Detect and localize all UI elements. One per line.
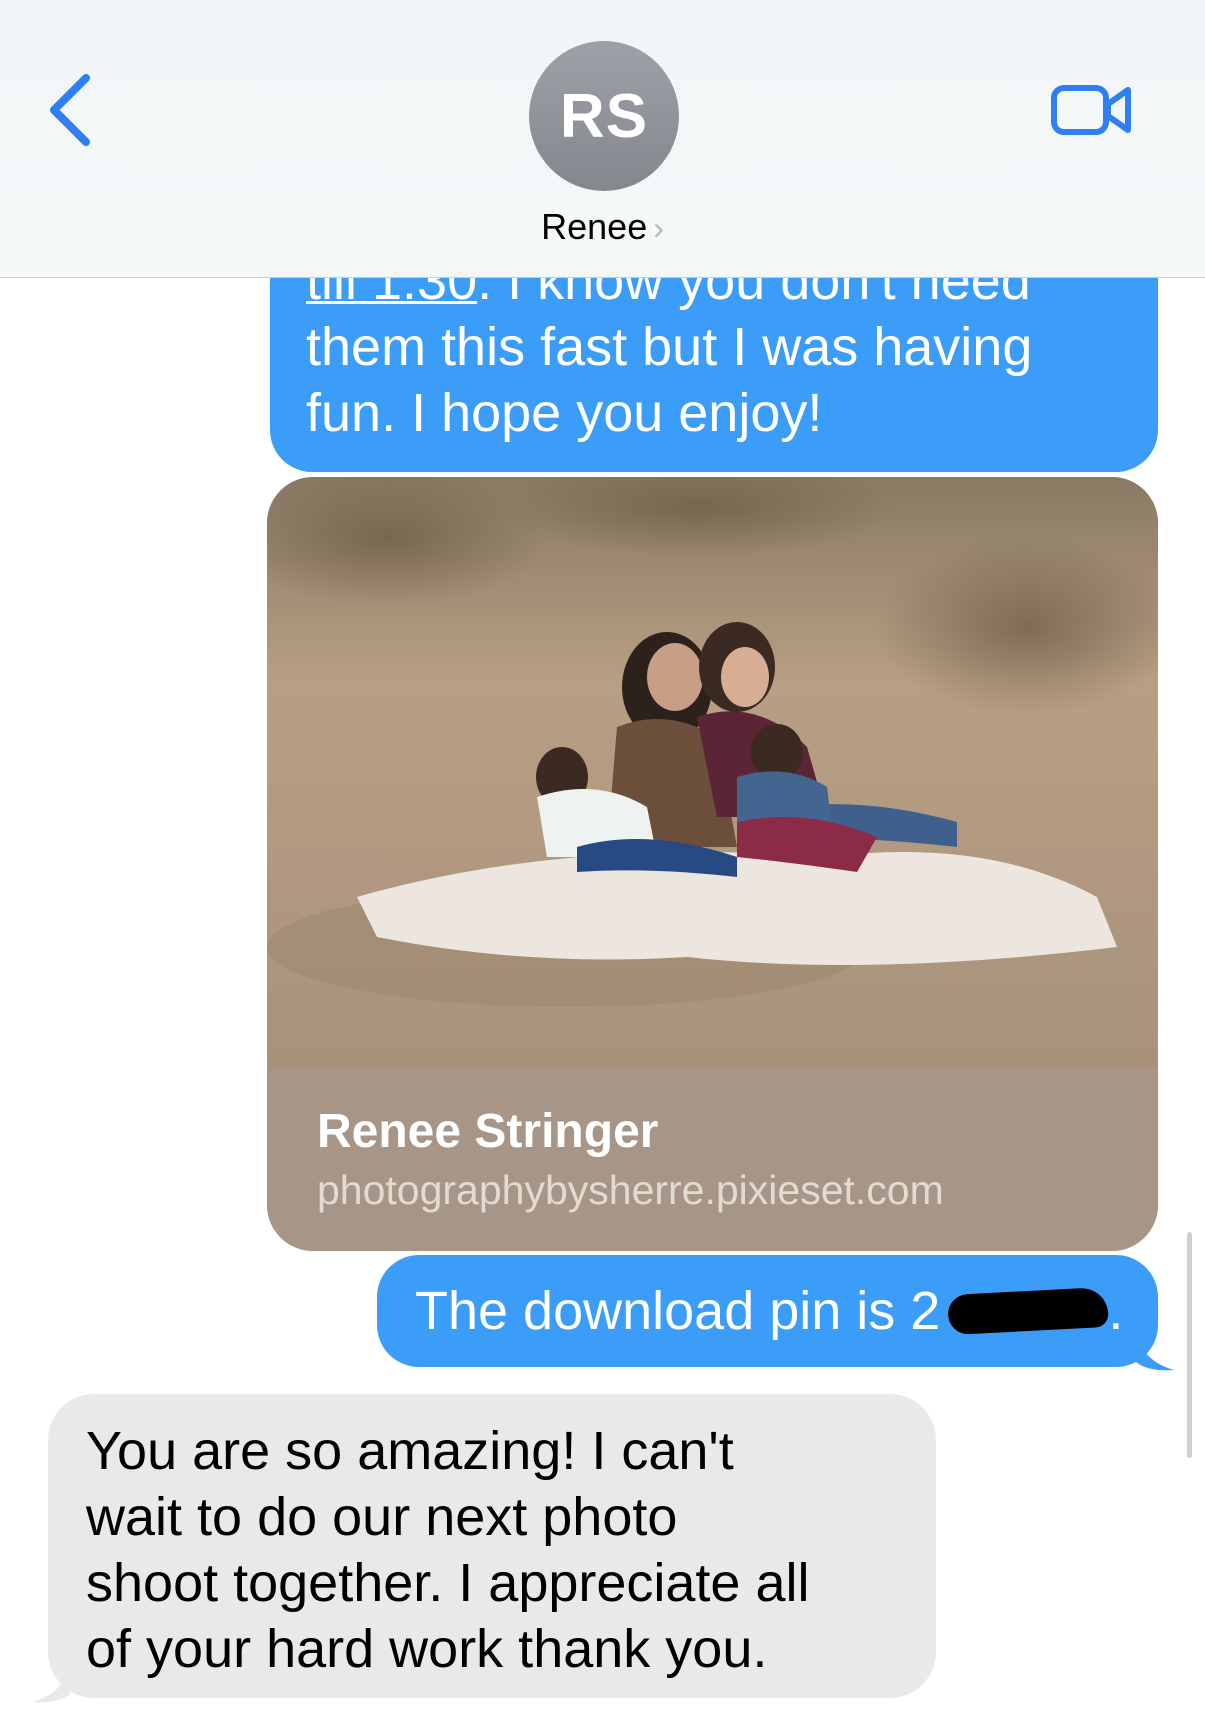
redaction-mark [947, 1286, 1110, 1336]
video-call-button[interactable] [1050, 82, 1134, 138]
conversation-header: RS Renee › [0, 0, 1205, 278]
sent-message-bubble[interactable]: The download pin is 2. [377, 1255, 1158, 1367]
chevron-left-icon [50, 74, 90, 146]
message-line: them this fast but I was having [306, 317, 1033, 377]
message-line: wait to do our next photo [86, 1487, 678, 1547]
link-preview-footer: Renee Stringer photographybysherre.pixie… [267, 1067, 1158, 1251]
link-title: Renee Stringer [317, 1105, 659, 1158]
video-camera-icon [1051, 85, 1131, 135]
message-line: fun. I hope you enjoy! [306, 383, 823, 443]
contact-name: Renee [541, 206, 648, 247]
bubble-tail [1136, 1330, 1174, 1371]
message-text-end: . [1108, 1281, 1124, 1341]
family-photo-outdoors [267, 477, 1158, 1067]
chevron-right-icon: › [653, 210, 664, 246]
message-line: You are so amazing! I can't [86, 1421, 734, 1481]
message-text: The download pin is 2 [415, 1281, 941, 1341]
received-message-bubble[interactable]: You are so amazing! I can't wait to do o… [48, 1394, 936, 1698]
avatar[interactable]: RS [529, 41, 679, 191]
contact-name-button[interactable]: Renee › [0, 206, 1205, 248]
message-line: of your hard work thank you. [86, 1619, 768, 1679]
bubble-tail [32, 1664, 70, 1703]
link-preview-card[interactable]: Renee Stringer photographybysherre.pixie… [267, 477, 1158, 1251]
link-url: photographybysherre.pixieset.com [317, 1167, 944, 1213]
avatar-initials: RS [559, 81, 649, 151]
scroll-indicator[interactable] [1187, 1232, 1192, 1458]
back-button[interactable] [44, 72, 104, 148]
message-line: shoot together. I appreciate all [86, 1553, 810, 1613]
